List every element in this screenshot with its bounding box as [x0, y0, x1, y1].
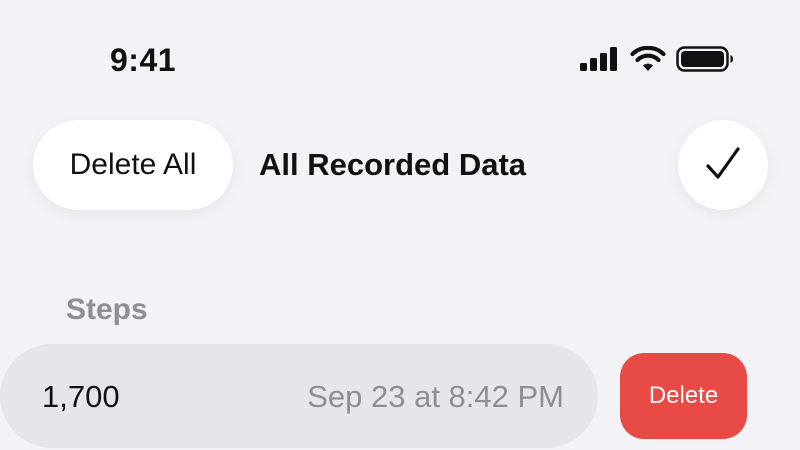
cellular-signal-icon: [580, 47, 620, 71]
delete-button[interactable]: Delete: [620, 353, 747, 439]
page-title: All Recorded Data: [259, 147, 527, 182]
delete-all-button[interactable]: Delete All: [33, 120, 233, 210]
row-date: Sep 23 at 8:42 PM: [307, 379, 564, 414]
checkmark-icon: [703, 144, 743, 187]
battery-icon: [676, 45, 734, 73]
done-button[interactable]: [678, 120, 768, 210]
status-icons: [580, 44, 734, 74]
section-header-steps: Steps: [66, 293, 148, 326]
status-time: 9:41: [110, 42, 177, 78]
wifi-icon: [630, 46, 666, 72]
row-value: 1,700: [42, 379, 120, 414]
